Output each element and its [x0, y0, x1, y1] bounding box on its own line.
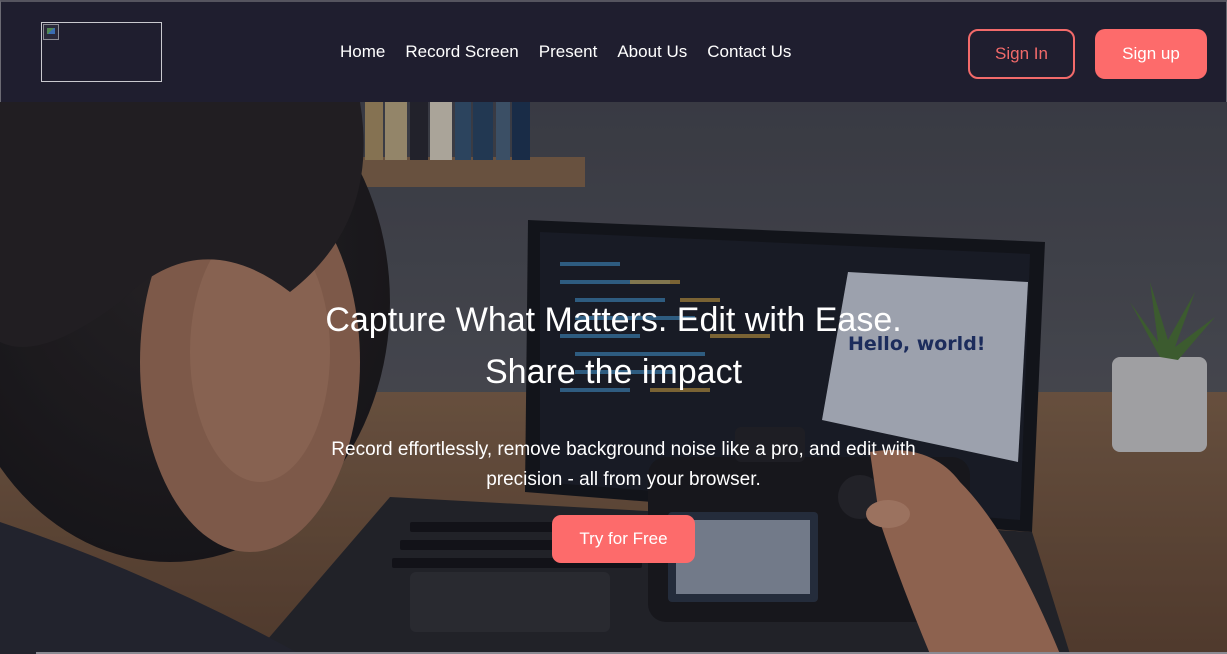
hero-subtitle-line-1: Record effortlessly, remove background n… — [331, 439, 916, 460]
nav-link-contact-us[interactable]: Contact Us — [707, 42, 791, 62]
site-logo[interactable] — [41, 22, 162, 82]
hero-title-line-2: Share the impact — [484, 353, 743, 391]
sign-in-button[interactable]: Sign In — [968, 29, 1075, 79]
hero-subtitle-line-2: precision - all from your browser. — [486, 469, 761, 490]
main-nav: Home Record Screen Present About Us Cont… — [340, 42, 811, 62]
hero-title: Capture What Matters. Edit with Ease. Sh… — [180, 294, 1047, 398]
sign-up-button[interactable]: Sign up — [1095, 29, 1207, 79]
hero-subtitle: Record effortlessly, remove background n… — [290, 435, 957, 495]
hero-section: Hello, world! Capture What Matters. Edit… — [0, 102, 1227, 654]
nav-link-home[interactable]: Home — [340, 42, 385, 62]
try-for-free-button[interactable]: Try for Free — [552, 515, 695, 563]
nav-link-present[interactable]: Present — [539, 42, 598, 62]
nav-link-record-screen[interactable]: Record Screen — [405, 42, 518, 62]
nav-link-about-us[interactable]: About Us — [617, 42, 687, 62]
hero-title-line-1: Capture What Matters. Edit with Ease. — [325, 301, 902, 339]
top-navbar: Home Record Screen Present About Us Cont… — [0, 0, 1227, 102]
broken-image-icon — [43, 24, 59, 40]
